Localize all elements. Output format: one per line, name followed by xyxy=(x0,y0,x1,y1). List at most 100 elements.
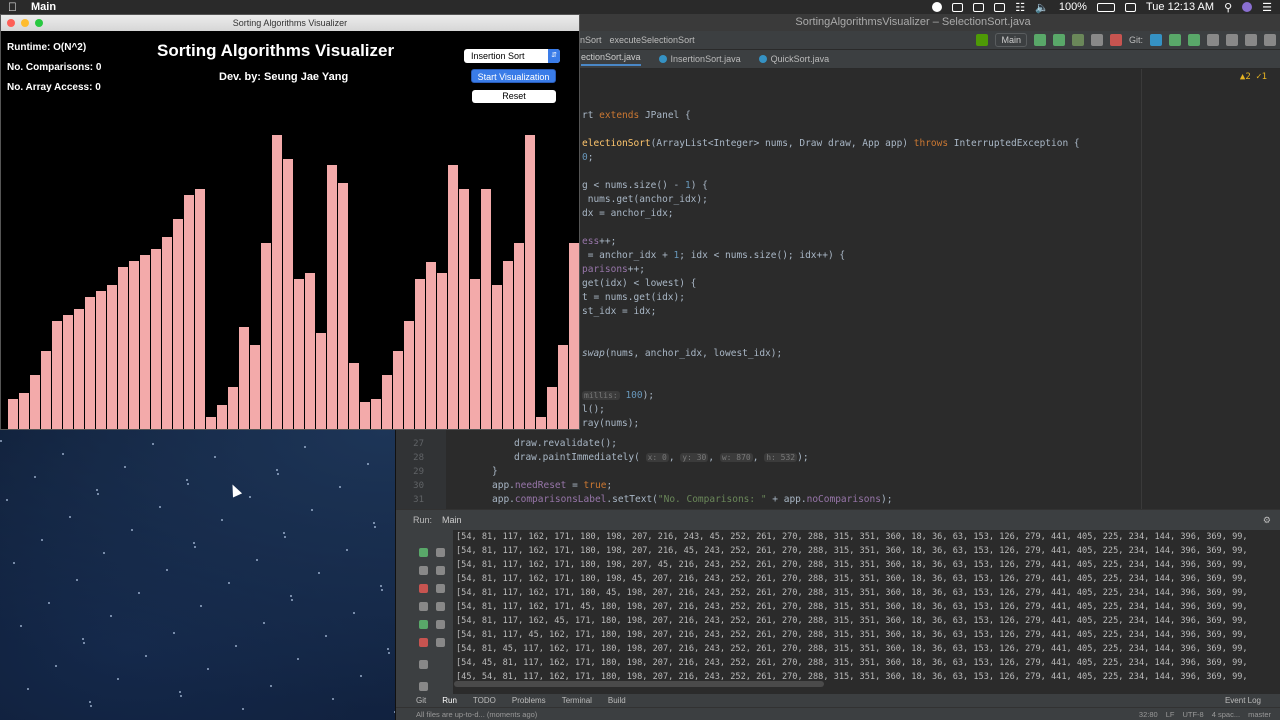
run-config-select[interactable]: Main xyxy=(995,33,1027,47)
console-line: [54, 81, 117, 162, 171, 180, 198, 207, 2… xyxy=(456,546,1248,556)
console-line: [54, 81, 117, 45, 162, 171, 180, 198, 20… xyxy=(456,630,1248,640)
star-decoration xyxy=(152,443,154,445)
star-decoration xyxy=(367,463,369,465)
exit-icon[interactable] xyxy=(419,638,428,647)
run-tools xyxy=(416,530,454,700)
breadcrumb-method[interactable]: executeSelectionSort xyxy=(610,35,695,45)
git-commit-icon[interactable] xyxy=(1169,34,1181,46)
record-icon[interactable] xyxy=(932,2,943,12)
array-bar xyxy=(249,345,260,429)
array-bar xyxy=(315,333,326,429)
console-output[interactable]: [54, 81, 117, 162, 171, 180, 198, 207, 2… xyxy=(454,530,1271,680)
debug-icon[interactable] xyxy=(1052,34,1065,46)
print-icon[interactable] xyxy=(436,620,445,629)
wrap-icon[interactable] xyxy=(436,584,445,593)
array-bar xyxy=(513,243,524,429)
battery-percent[interactable]: 100% xyxy=(1059,1,1087,13)
caret-position[interactable]: 32:80 xyxy=(1139,710,1158,719)
status-message[interactable]: All files are up-to-d... (moments ago) xyxy=(416,710,537,719)
star-decoration xyxy=(291,599,293,601)
code-line: draw.revalidate(); xyxy=(514,438,617,449)
breadcrumb-class[interactable]: nSort xyxy=(580,35,602,45)
array-bar xyxy=(557,345,568,429)
git-branch[interactable]: master xyxy=(1248,710,1271,719)
git-label: Git: xyxy=(1128,35,1143,45)
profile-icon[interactable] xyxy=(1090,34,1103,46)
trash-icon[interactable] xyxy=(436,638,445,647)
array-bar xyxy=(40,351,51,429)
rerun-icon[interactable] xyxy=(419,548,428,557)
line-separator[interactable]: LF xyxy=(1166,710,1175,719)
build-icon[interactable] xyxy=(976,34,989,46)
array-bar xyxy=(194,189,205,429)
array-bar xyxy=(568,243,579,429)
star-decoration xyxy=(110,615,112,617)
line-number: 28 xyxy=(413,453,424,463)
start-visualization-button[interactable]: Start Visualization xyxy=(471,69,556,83)
camera-icon[interactable] xyxy=(419,602,428,611)
rerun-icon[interactable] xyxy=(1033,34,1046,46)
search-icon[interactable]: ⚲ xyxy=(1224,1,1232,14)
tool-tab-run[interactable]: Run xyxy=(442,696,457,705)
close-button[interactable] xyxy=(7,19,15,27)
inspection-widget[interactable]: ▲2 ✓1 xyxy=(1240,72,1267,82)
history-icon[interactable] xyxy=(1207,34,1219,46)
coverage-icon[interactable] xyxy=(1071,34,1084,46)
window-icon[interactable] xyxy=(973,2,985,12)
rollback-icon[interactable] xyxy=(1226,34,1238,46)
tab-selection-sort[interactable]: ectionSort.java xyxy=(581,52,641,66)
tool-tab-problems[interactable]: Problems xyxy=(512,696,546,705)
tool-tab-terminal[interactable]: Terminal xyxy=(562,696,592,705)
array-bar xyxy=(271,135,282,429)
apple-icon[interactable]:  xyxy=(8,0,17,14)
bug-icon[interactable] xyxy=(419,620,428,629)
console-line: [54, 81, 117, 162, 171, 180, 198, 45, 20… xyxy=(456,574,1248,584)
flag-icon[interactable] xyxy=(1124,2,1136,12)
array-bar xyxy=(227,387,238,429)
star-decoration xyxy=(6,499,8,501)
tab-quick-sort[interactable]: QuickSort.java xyxy=(758,54,829,64)
search-everywhere-icon[interactable] xyxy=(1264,34,1276,46)
volume-icon[interactable]: 🔈 xyxy=(1035,1,1049,14)
scroll-end-icon[interactable] xyxy=(436,602,445,611)
tool-tab-git[interactable]: Git xyxy=(416,696,426,705)
indent-setting[interactable]: 4 spac... xyxy=(1212,710,1240,719)
stop-icon[interactable] xyxy=(1109,34,1122,46)
minimize-button[interactable] xyxy=(21,19,29,27)
wifi-icon[interactable]: ☷ xyxy=(1015,1,1025,14)
settings-icon[interactable]: ⚙ xyxy=(1263,515,1271,526)
array-bar xyxy=(282,159,293,429)
code-line: ray(nums); xyxy=(582,418,640,429)
menu-clock[interactable]: Tue 12:13 AM xyxy=(1146,1,1214,13)
up-icon[interactable] xyxy=(436,548,445,557)
file-encoding[interactable]: UTF-8 xyxy=(1182,710,1203,719)
pin-icon[interactable] xyxy=(419,682,428,691)
console-scrollbar[interactable] xyxy=(454,681,824,687)
tab-insertion-sort[interactable]: InsertionSort.java xyxy=(658,54,741,64)
array-bar xyxy=(150,249,161,429)
tool-tab-todo[interactable]: TODO xyxy=(473,696,496,705)
event-log[interactable]: Event Log xyxy=(1225,696,1261,705)
star-decoration xyxy=(186,479,188,481)
console-line: [45, 54, 81, 117, 162, 171, 180, 198, 20… xyxy=(456,672,1248,680)
down-icon[interactable] xyxy=(436,566,445,575)
array-bar xyxy=(216,405,227,429)
siri-icon[interactable] xyxy=(1242,2,1253,12)
code-line: g < nums.size() - 1) { xyxy=(582,180,708,191)
git-push-icon[interactable] xyxy=(1188,34,1200,46)
run-tab-main[interactable]: Main xyxy=(442,515,462,525)
layout-icon[interactable] xyxy=(419,660,428,669)
calendar-icon[interactable] xyxy=(994,2,1006,12)
project-structure-icon[interactable] xyxy=(1245,34,1257,46)
star-decoration xyxy=(380,585,382,587)
stop-icon[interactable] xyxy=(419,584,428,593)
tool-tab-build[interactable]: Build xyxy=(608,696,626,705)
git-update-icon[interactable] xyxy=(1150,34,1162,46)
wrench-icon[interactable] xyxy=(419,566,428,575)
menu-app-name[interactable]: Main xyxy=(31,1,56,13)
screen-icon[interactable] xyxy=(952,2,964,12)
reset-button[interactable]: Reset xyxy=(472,90,556,103)
menu-list-icon[interactable]: ☰ xyxy=(1262,1,1272,14)
algorithm-select[interactable]: Insertion Sort ⇵ xyxy=(464,49,560,63)
zoom-button[interactable] xyxy=(35,19,43,27)
